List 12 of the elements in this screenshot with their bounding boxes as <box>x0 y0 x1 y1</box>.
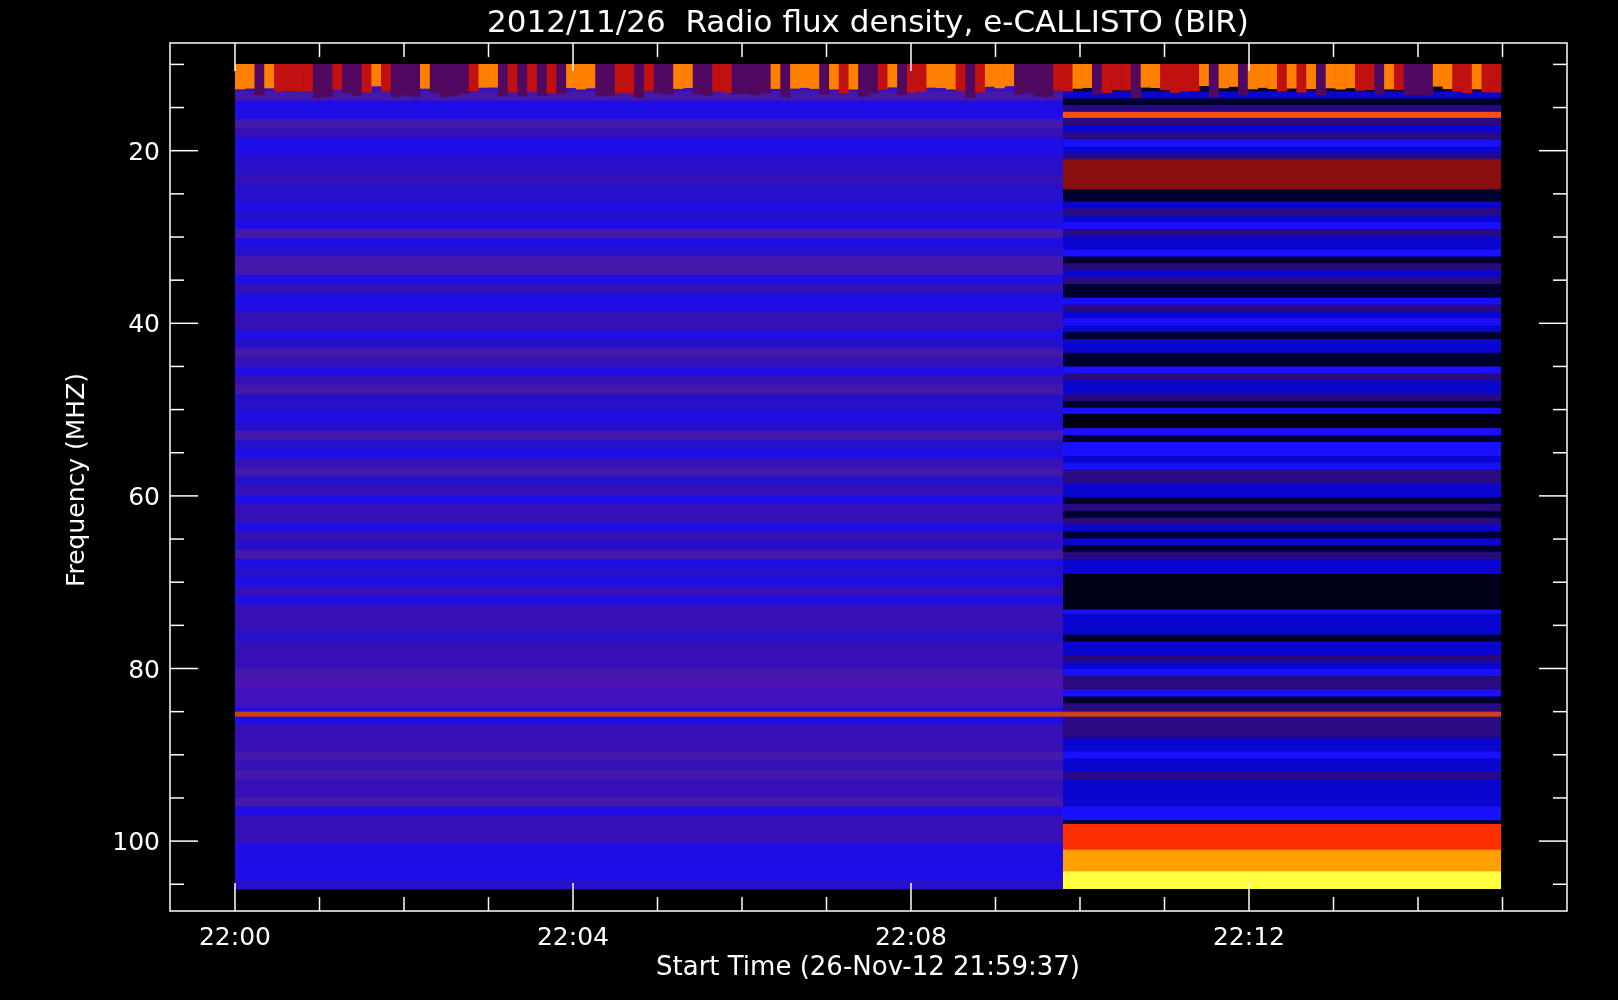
y-tick-label: 40 <box>128 309 160 339</box>
y-axis-label: Frequency (MHZ) <box>61 372 90 588</box>
y-tick-label: 80 <box>128 654 160 684</box>
x-tick-label: 22:04 <box>537 922 609 951</box>
x-tick-label: 22:00 <box>199 922 271 951</box>
x-axis-label: Start Time (26-Nov-12 21:59:37) <box>656 951 1080 981</box>
y-tick-label: 100 <box>112 827 160 857</box>
chart-title: 2012/11/26 Radio flux density, e-CALLISTO (BIR) <box>487 3 1249 39</box>
y-tick-label: 60 <box>128 481 160 511</box>
x-tick-label: 22:08 <box>875 922 947 951</box>
x-tick-label: 22:12 <box>1213 922 1285 951</box>
y-tick-label: 20 <box>128 136 160 166</box>
